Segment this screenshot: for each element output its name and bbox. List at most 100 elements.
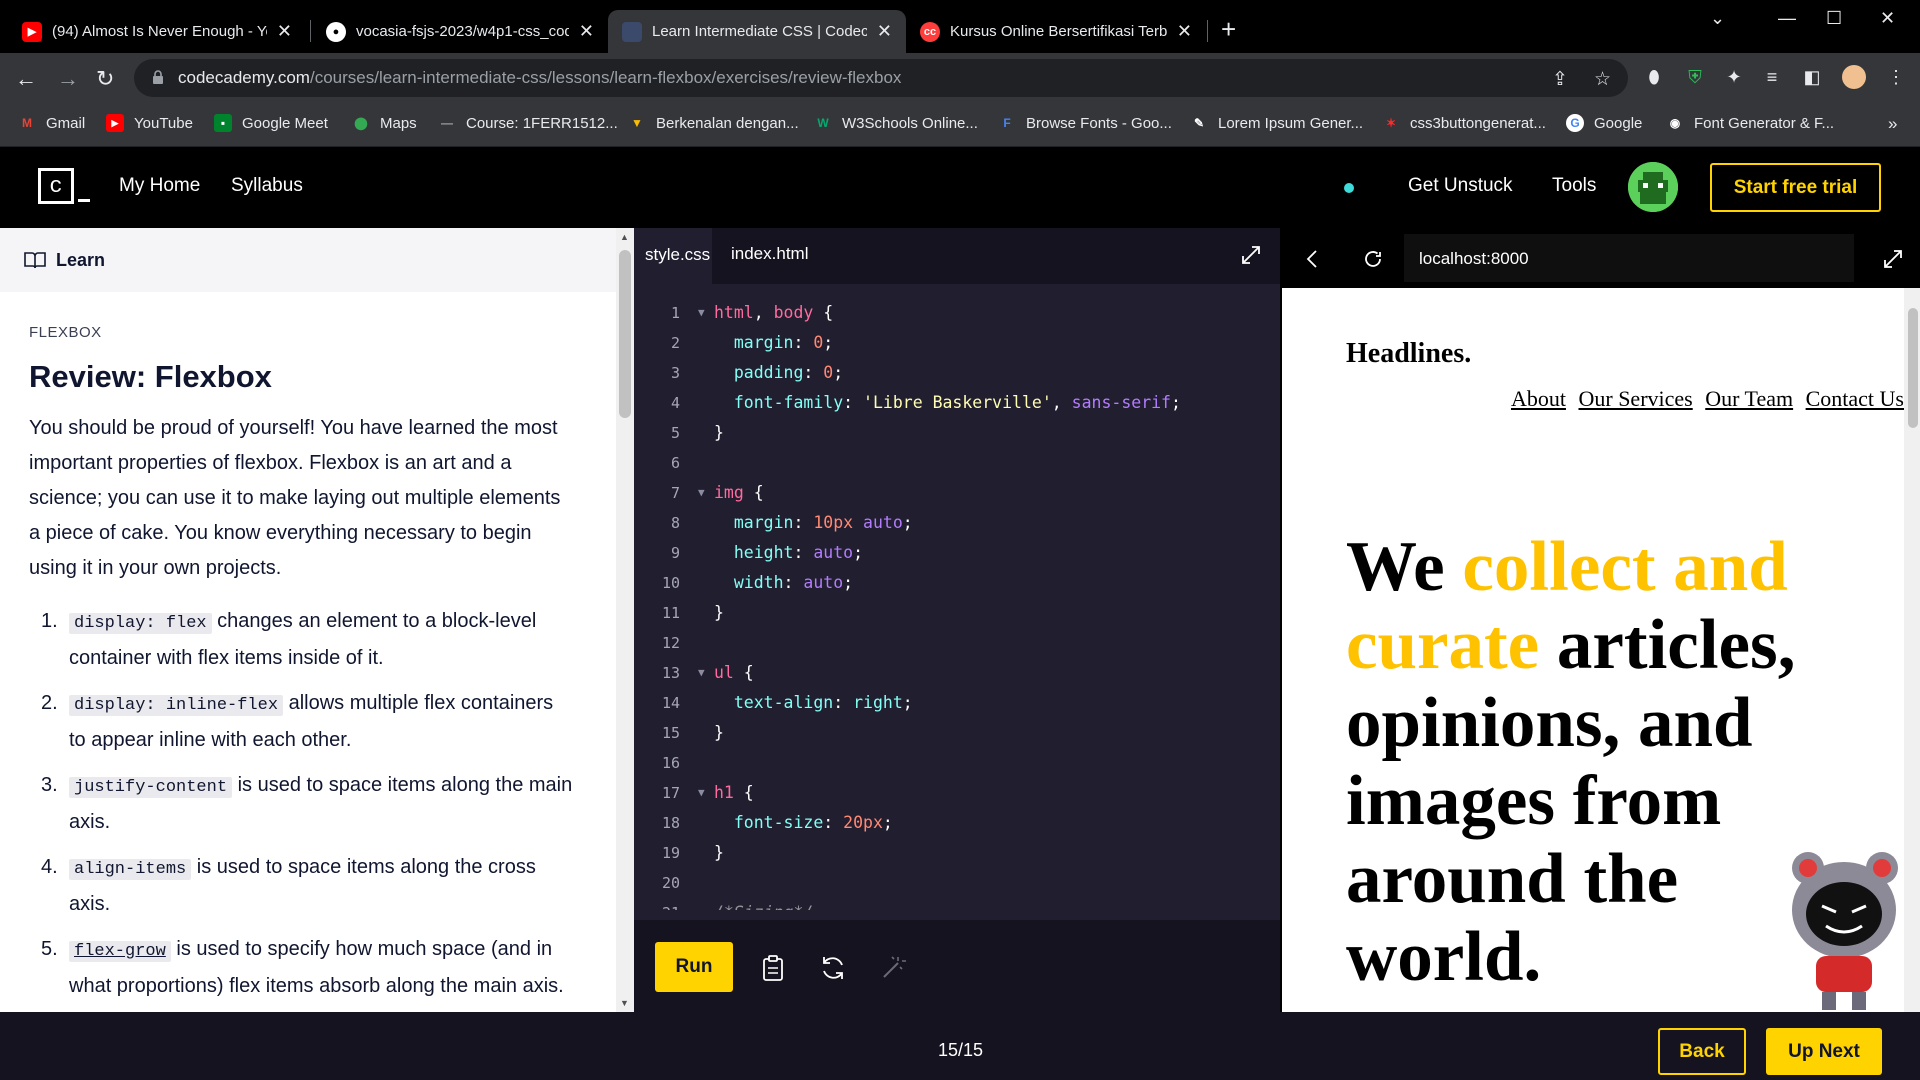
code-line[interactable]: 15} (634, 718, 1280, 748)
media-control-icon[interactable]: ≡ (1760, 65, 1784, 89)
site-link-team[interactable]: Our Team (1705, 386, 1793, 411)
extension-icon[interactable]: ⬮ (1642, 65, 1666, 89)
forward-arrow-icon[interactable]: → (57, 66, 79, 92)
tab-style-css[interactable]: style.css (634, 228, 712, 284)
bookmark-fonts[interactable]: F Browse Fonts - Goo... (998, 114, 1172, 132)
reload-icon[interactable]: ↻ (96, 66, 114, 92)
share-icon[interactable]: ⇪ (1552, 68, 1568, 91)
code-line[interactable]: 2 margin: 0; (634, 328, 1280, 358)
maximize-icon[interactable]: ☐ (1826, 8, 1842, 29)
start-free-trial-button[interactable]: Start free trial (1710, 163, 1881, 212)
tab-search-icon[interactable]: ⌄ (1710, 8, 1725, 29)
code-line[interactable]: 20 (634, 868, 1280, 898)
code-line[interactable]: 19} (634, 838, 1280, 868)
site-link-services[interactable]: Our Services (1578, 386, 1692, 411)
preview-url-field[interactable]: localhost:8000 (1404, 234, 1854, 282)
preview-refresh-icon[interactable] (1362, 248, 1384, 270)
bookmark-youtube[interactable]: ▶ YouTube (106, 114, 193, 132)
scroll-down-icon[interactable]: ▼ (620, 998, 629, 1008)
code-line[interactable]: 18 font-size: 20px; (634, 808, 1280, 838)
close-tab-icon[interactable]: ✕ (877, 21, 892, 42)
code-line[interactable]: 12 (634, 628, 1280, 658)
code-line[interactable]: 4 font-family: 'Libre Baskerville', sans… (634, 388, 1280, 418)
up-next-button[interactable]: Up Next (1766, 1028, 1882, 1075)
bookmark-font-generator[interactable]: ◉ Font Generator & F... (1666, 114, 1834, 132)
preview-scrollbar[interactable] (1904, 288, 1920, 1012)
bookmark-lorem[interactable]: ✎ Lorem Ipsum Gener... (1190, 114, 1363, 132)
code-line[interactable]: 17 ▼ h1 { (634, 778, 1280, 808)
copy-icon[interactable] (758, 953, 788, 983)
code-line[interactable]: 21 /*Sizing*/ (634, 898, 1280, 910)
fold-arrow-icon[interactable]: ▼ (698, 778, 705, 808)
scroll-up-icon[interactable]: ▲ (620, 232, 629, 242)
reset-icon[interactable] (818, 953, 848, 983)
browser-tab-coursera[interactable]: cc Kursus Online Bersertifikasi Terba ✕ (906, 10, 1206, 53)
side-panel-icon[interactable]: ◧ (1800, 65, 1824, 89)
user-avatar[interactable] (1628, 162, 1678, 212)
code-line[interactable]: 5} (634, 418, 1280, 448)
bookmark-w3schools[interactable]: W W3Schools Online... (814, 114, 978, 132)
codecademy-logo[interactable]: c (38, 168, 74, 204)
site-link-contact[interactable]: Contact Us (1806, 386, 1904, 411)
shield-extension-icon[interactable]: ⛨ (1683, 65, 1707, 89)
new-tab-button[interactable]: + (1221, 16, 1236, 42)
preview-expand-icon[interactable] (1882, 248, 1904, 270)
nav-my-home[interactable]: My Home (119, 175, 200, 197)
learn-tab[interactable]: Learn (0, 228, 616, 292)
run-button[interactable]: Run (655, 942, 733, 992)
close-tab-icon[interactable]: ✕ (277, 21, 292, 42)
fold-arrow-icon[interactable]: ▼ (698, 298, 705, 328)
bookmark-google[interactable]: G Google (1566, 114, 1642, 132)
inline-code-link[interactable]: flex-grow (69, 941, 171, 962)
minimize-icon[interactable]: — (1778, 8, 1796, 29)
code-line[interactable]: 7 ▼ img { (634, 478, 1280, 508)
bookmark-berkenalan[interactable]: ▼ Berkenalan dengan... (628, 114, 799, 132)
bookmark-star-icon[interactable]: ☆ (1594, 68, 1611, 91)
list-number: 3. (41, 774, 58, 796)
close-window-icon[interactable]: ✕ (1880, 8, 1895, 29)
nav-syllabus[interactable]: Syllabus (231, 175, 303, 197)
close-tab-icon[interactable]: ✕ (1177, 21, 1192, 42)
bookmark-css3buttongenerator[interactable]: ✶ css3buttongenerat... (1382, 114, 1546, 132)
code-line[interactable]: 14 text-align: right; (634, 688, 1280, 718)
bookmark-google-meet[interactable]: ▪ Google Meet (214, 114, 328, 132)
fold-arrow-icon[interactable]: ▼ (698, 658, 705, 688)
get-unstuck-button[interactable]: Get Unstuck (1408, 175, 1513, 197)
code-line[interactable]: 3 padding: 0; (634, 358, 1280, 388)
code-line[interactable]: 8 margin: 10px auto; (634, 508, 1280, 538)
bookmark-maps[interactable]: ⬤ Maps (352, 114, 416, 132)
bookmark-course[interactable]: — Course: 1FERR1512... (438, 114, 618, 132)
browser-tab-github[interactable]: ● vocasia-fsjs-2023/w4p1-css_code ✕ (312, 10, 608, 53)
bookmark-gmail[interactable]: M Gmail (18, 114, 85, 132)
google-icon: G (1566, 114, 1584, 132)
code-line[interactable]: 9 height: auto; (634, 538, 1280, 568)
bookmarks-overflow-button[interactable]: » (1888, 114, 1897, 134)
code-line[interactable]: 10 width: auto; (634, 568, 1280, 598)
code-line[interactable]: 16 (634, 748, 1280, 778)
code-area[interactable]: 1 ▼ html, body {2 margin: 0; 3 padding: 0; 4… (634, 298, 1280, 910)
code-line[interactable]: 1 ▼ html, body { (634, 298, 1280, 328)
code-line[interactable]: 13 ▼ ul { (634, 658, 1280, 688)
back-arrow-icon[interactable]: ← (15, 66, 37, 92)
back-button[interactable]: Back (1658, 1028, 1746, 1075)
code-line[interactable]: 6 (634, 448, 1280, 478)
expand-icon[interactable] (1240, 244, 1262, 266)
tools-button[interactable]: Tools (1552, 175, 1596, 197)
codecademy-icon (622, 21, 642, 42)
browser-tab-codecademy[interactable]: Learn Intermediate CSS | Codeca ✕ (608, 10, 906, 53)
profile-avatar[interactable] (1842, 65, 1866, 89)
close-tab-icon[interactable]: ✕ (579, 21, 594, 42)
browser-tab-youtube[interactable]: ▶ (94) Almost Is Never Enough - Yo ✕ (8, 10, 306, 53)
puzzle-icon[interactable]: ✦ (1722, 65, 1746, 89)
menu-icon[interactable]: ⋮ (1884, 65, 1908, 89)
scrollbar-thumb[interactable] (1908, 308, 1918, 428)
learn-scrollbar[interactable]: ▲ ▼ (616, 228, 634, 1012)
scrollbar-thumb[interactable] (619, 250, 631, 418)
site-link-about[interactable]: About (1511, 386, 1566, 411)
code-line[interactable]: 11} (634, 598, 1280, 628)
url-bar[interactable]: codecademy.com/courses/learn-intermediat… (134, 59, 1628, 97)
tab-index-html[interactable]: index.html (731, 244, 808, 264)
fold-arrow-icon[interactable]: ▼ (698, 478, 705, 508)
preview-back-icon[interactable] (1302, 248, 1324, 270)
magic-wand-icon[interactable] (878, 953, 908, 983)
